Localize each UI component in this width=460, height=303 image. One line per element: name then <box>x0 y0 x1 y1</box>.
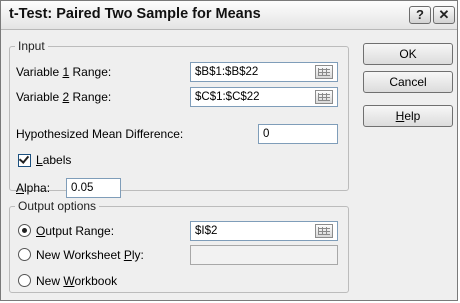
close-icon[interactable]: ✕ <box>433 6 455 24</box>
variable2-ref-button[interactable] <box>315 90 333 104</box>
radio-selected-dot <box>22 228 27 233</box>
title-bar[interactable]: t-Test: Paired Two Sample for Means ? ✕ <box>1 1 457 30</box>
alpha-input[interactable]: 0.05 <box>66 178 121 198</box>
new-worksheet-ply-label: New Worksheet Ply: <box>36 248 144 262</box>
output-range-label: Output Range: <box>36 224 115 238</box>
range-select-icon <box>318 227 330 235</box>
output-range-ref-button[interactable] <box>315 224 333 238</box>
help-button[interactable]: Help <box>363 105 453 127</box>
variable1-range-label: Variable 1 Range: <box>16 65 112 79</box>
variable1-range-value: $B$1:$B$22 <box>195 66 259 78</box>
ok-button[interactable]: OK <box>363 43 453 65</box>
new-worksheet-ply-input[interactable] <box>190 245 338 265</box>
output-range-value: $I$2 <box>195 225 218 237</box>
hypothesized-mean-label: Hypothesized Mean Difference: <box>16 127 184 141</box>
output-range-input[interactable]: $I$2 <box>190 221 338 241</box>
range-select-icon <box>318 93 330 101</box>
labels-checkbox[interactable] <box>18 153 31 167</box>
checkmark-icon <box>18 153 30 164</box>
hypothesized-mean-value: 0 <box>263 128 270 140</box>
range-select-icon <box>318 68 330 76</box>
output-options-group: Output options Output Range: $I$2 New Wo… <box>9 199 349 293</box>
variable1-range-input[interactable]: $B$1:$B$22 <box>190 62 338 82</box>
new-workbook-label: New Workbook <box>36 274 118 288</box>
help-question-icon[interactable]: ? <box>409 6 431 24</box>
dialog-title: t-Test: Paired Two Sample for Means <box>9 6 261 22</box>
new-workbook-radio[interactable] <box>18 274 31 287</box>
alpha-label: Alpha: <box>16 181 51 195</box>
input-group: Input Variable 1 Range: $B$1:$B$22 Varia… <box>9 39 349 198</box>
variable1-ref-button[interactable] <box>315 65 333 79</box>
alpha-value: 0.05 <box>71 182 94 194</box>
variable2-range-value: $C$1:$C$22 <box>195 91 260 103</box>
output-options-legend: Output options <box>18 199 97 213</box>
variable2-range-input[interactable]: $C$1:$C$22 <box>190 87 338 107</box>
hypothesized-mean-input[interactable]: 0 <box>258 124 338 144</box>
labels-label: Labels <box>36 153 72 167</box>
input-group-legend: Input <box>18 39 45 53</box>
new-worksheet-ply-radio[interactable] <box>18 248 31 261</box>
t-test-dialog: t-Test: Paired Two Sample for Means ? ✕ … <box>0 0 458 301</box>
cancel-button[interactable]: Cancel <box>363 71 453 93</box>
output-range-radio[interactable] <box>18 224 31 237</box>
variable2-range-label: Variable 2 Range: <box>16 90 112 104</box>
